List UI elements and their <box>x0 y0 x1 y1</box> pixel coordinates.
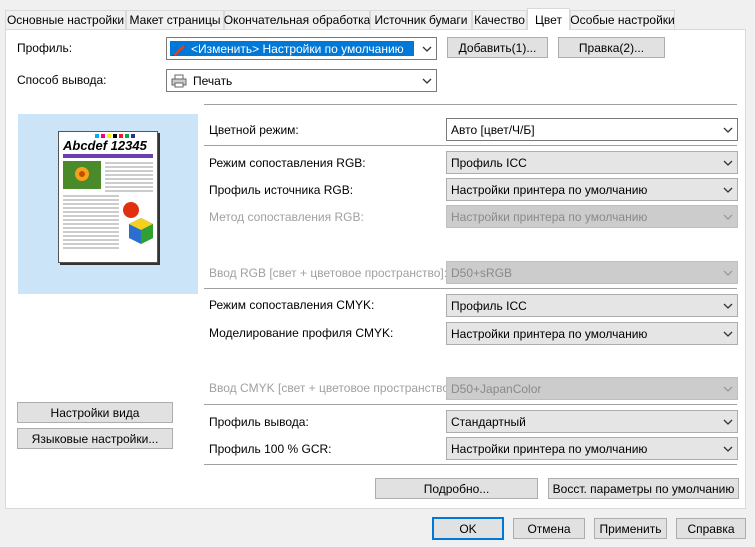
help-button[interactable]: Справка <box>676 518 746 539</box>
chevron-down-icon[interactable] <box>719 179 737 200</box>
tab-special-settings[interactable]: Особые настройки <box>570 10 675 29</box>
color-mode-label: Цветной режим: <box>209 123 299 137</box>
rgb-input-value: D50+sRGB <box>451 265 513 280</box>
tab-panel: Профиль: <Изменить> Настройки по умолчан… <box>5 29 746 509</box>
rgb-method-dropdown[interactable]: Настройки принтера по умолчанию <box>446 205 738 228</box>
output-method-value: Печать <box>193 73 233 88</box>
preview-bar <box>63 154 153 158</box>
output-method-dropdown[interactable]: Печать <box>166 69 437 92</box>
profile-value: <Изменить> Настройки по умолчанию <box>191 41 404 56</box>
details-button[interactable]: Подробно... <box>375 478 538 499</box>
tab-page-layout[interactable]: Макет страницы <box>126 10 224 29</box>
flower-image <box>63 161 101 189</box>
tab-quality[interactable]: Качество <box>472 10 527 29</box>
output-profile-dropdown[interactable]: Стандартный <box>446 410 738 433</box>
cmyk-simulation-dropdown[interactable]: Настройки принтера по умолчанию <box>446 322 738 345</box>
gcr-profile-label: Профиль 100 % GCR: <box>209 442 332 456</box>
tab-basic-settings[interactable]: Основные настройки <box>5 10 126 29</box>
rgb-source-dropdown[interactable]: Настройки принтера по умолчанию <box>446 178 738 201</box>
chevron-down-icon[interactable] <box>719 378 737 399</box>
preview-text-lines <box>105 162 153 192</box>
tab-color[interactable]: Цвет <box>527 8 570 30</box>
gcr-profile-dropdown[interactable]: Настройки принтера по умолчанию <box>446 437 738 460</box>
ok-button[interactable]: OK <box>432 517 504 540</box>
restore-defaults-button[interactable]: Восст. параметры по умолчанию <box>548 478 739 499</box>
separator <box>204 145 737 146</box>
rgb-input-label: Ввод RGB [свет + цветовое пространство]: <box>209 266 448 280</box>
edit-profile-button[interactable]: Правка(2)... <box>558 37 665 58</box>
rgb-method-label: Метод сопоставления RGB: <box>209 210 364 224</box>
chevron-down-icon[interactable] <box>719 206 737 227</box>
cmyk-matching-value: Профиль ICC <box>451 298 527 313</box>
separator <box>204 288 737 289</box>
edit-pen-icon <box>172 44 185 56</box>
cmyk-input-dropdown[interactable]: D50+JapanColor <box>446 377 738 400</box>
chevron-down-icon[interactable] <box>719 411 737 432</box>
apply-button[interactable]: Применить <box>594 518 667 539</box>
chevron-down-icon[interactable] <box>719 295 737 316</box>
preview-title: Abcdef 12345 <box>63 138 147 153</box>
chevron-down-icon[interactable] <box>418 38 436 59</box>
cmyk-matching-dropdown[interactable]: Профиль ICC <box>446 294 738 317</box>
cmyk-matching-label: Режим сопоставления CMYK: <box>209 298 375 312</box>
output-profile-value: Стандартный <box>451 414 526 429</box>
tab-strip: Основные настройки Макет страницы Оконча… <box>5 8 745 30</box>
cmyk-simulation-value: Настройки принтера по умолчанию <box>451 326 648 341</box>
chevron-down-icon[interactable] <box>719 119 737 140</box>
rgb-input-dropdown[interactable]: D50+sRGB <box>446 261 738 284</box>
profile-label: Профиль: <box>17 41 73 55</box>
rgb-matching-dropdown[interactable]: Профиль ICC <box>446 151 738 174</box>
rgb-method-value: Настройки принтера по умолчанию <box>451 209 648 224</box>
tab-finishing[interactable]: Окончательная обработка <box>224 10 370 29</box>
view-settings-button[interactable]: Настройки вида <box>17 402 173 423</box>
separator <box>204 404 737 405</box>
chevron-down-icon[interactable] <box>719 323 737 344</box>
preview-page: Abcdef 12345 <box>58 131 158 263</box>
shapes-image <box>123 202 153 244</box>
chevron-down-icon[interactable] <box>418 70 436 91</box>
rgb-matching-label: Режим сопоставления RGB: <box>209 156 366 170</box>
cmyk-input-value: D50+JapanColor <box>451 381 542 396</box>
color-mode-dropdown[interactable]: Авто [цвет/Ч/Б] <box>446 118 738 141</box>
color-mode-value: Авто [цвет/Ч/Б] <box>451 122 535 137</box>
page-preview: Abcdef 12345 <box>18 114 198 294</box>
language-settings-button[interactable]: Языковые настройки... <box>17 428 173 449</box>
chevron-down-icon[interactable] <box>719 438 737 459</box>
preview-body-lines <box>63 195 119 249</box>
rgb-matching-value: Профиль ICC <box>451 155 527 170</box>
tab-paper-source[interactable]: Источник бумаги <box>370 10 472 29</box>
cancel-button[interactable]: Отмена <box>513 518 585 539</box>
rgb-source-value: Настройки принтера по умолчанию <box>451 182 648 197</box>
printer-icon <box>171 74 187 87</box>
add-profile-button[interactable]: Добавить(1)... <box>447 37 548 58</box>
chevron-down-icon[interactable] <box>719 152 737 173</box>
cmyk-input-label: Ввод CMYK [свет + цветовое пространство]… <box>209 381 456 395</box>
chevron-down-icon[interactable] <box>719 262 737 283</box>
output-profile-label: Профиль вывода: <box>209 415 309 429</box>
cmyk-simulation-label: Моделирование профиля CMYK: <box>209 326 394 340</box>
separator <box>204 104 737 105</box>
gcr-profile-value: Настройки принтера по умолчанию <box>451 441 648 456</box>
output-method-label: Способ вывода: <box>17 73 107 87</box>
separator <box>204 464 737 465</box>
rgb-source-label: Профиль источника RGB: <box>209 183 354 197</box>
profile-dropdown[interactable]: <Изменить> Настройки по умолчанию <box>166 37 437 60</box>
